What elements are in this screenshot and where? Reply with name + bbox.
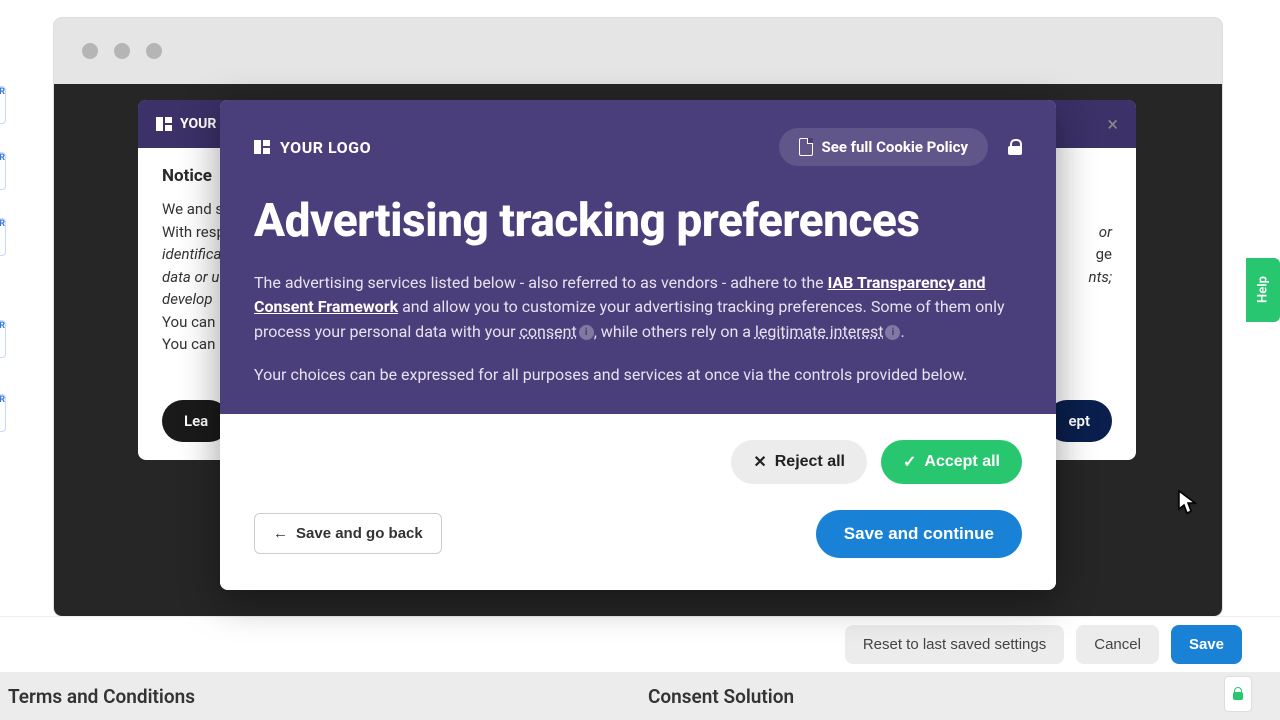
- side-tab[interactable]: R: [0, 394, 6, 432]
- legitimate-interest-term[interactable]: legitimate interest: [755, 322, 884, 341]
- check-icon: ✓: [903, 452, 916, 472]
- window-titlebar: [54, 18, 1222, 84]
- side-tab[interactable]: R: [0, 320, 6, 358]
- policy-link-label: See full Cookie Policy: [821, 138, 968, 156]
- side-tab[interactable]: R: [0, 86, 6, 124]
- editor-toolbar: Reset to last saved settings Cancel Save: [0, 616, 1280, 672]
- arrow-left-icon: ←: [273, 525, 288, 542]
- footer-terms[interactable]: Terms and Conditions: [0, 685, 640, 708]
- back-label: Save and go back: [296, 525, 423, 542]
- modal-logo-text: YOUR LOGO: [280, 138, 371, 157]
- logo-icon: [254, 140, 270, 154]
- modal-logo: YOUR LOGO: [254, 138, 371, 157]
- consent-term[interactable]: consent: [520, 322, 577, 341]
- save-continue-button[interactable]: Save and continue: [816, 510, 1022, 558]
- modal-description: The advertising services listed below - …: [254, 271, 1022, 388]
- footer-consent[interactable]: Consent Solution: [640, 685, 1280, 708]
- modal-nav: ← Save and go back Save and continue: [254, 510, 1022, 558]
- cancel-button[interactable]: Cancel: [1076, 625, 1159, 664]
- accept-label: Accept all: [924, 453, 1000, 471]
- modal-topbar: YOUR LOGO See full Cookie Policy: [254, 128, 1022, 166]
- reject-label: Reject all: [775, 453, 845, 471]
- consent-buttons: ✕ Reject all ✓ Accept all: [254, 440, 1022, 484]
- close-icon[interactable]: ×: [1107, 112, 1118, 136]
- side-tab[interactable]: R: [0, 152, 6, 190]
- cookie-policy-link[interactable]: See full Cookie Policy: [779, 128, 988, 166]
- help-tab[interactable]: Help: [1246, 258, 1280, 322]
- tracking-preferences-modal: YOUR LOGO See full Cookie Policy Adverti…: [220, 100, 1056, 590]
- privacy-badge[interactable]: [1224, 676, 1252, 712]
- lock-icon: [1233, 687, 1243, 701]
- accept-all-button[interactable]: ✓ Accept all: [881, 440, 1022, 484]
- modal-body: ✕ Reject all ✓ Accept all ← Save and go …: [220, 414, 1056, 590]
- document-icon: [799, 138, 813, 156]
- x-icon: ✕: [753, 452, 766, 472]
- save-go-back-button[interactable]: ← Save and go back: [254, 513, 442, 554]
- side-tab[interactable]: R: [0, 218, 6, 256]
- info-icon[interactable]: i: [885, 325, 900, 340]
- reset-button[interactable]: Reset to last saved settings: [845, 625, 1064, 664]
- page-footer: Terms and Conditions Consent Solution: [0, 672, 1280, 720]
- logo-icon: [156, 117, 172, 131]
- lock-icon[interactable]: [1008, 139, 1022, 155]
- save-button[interactable]: Save: [1171, 625, 1242, 664]
- info-icon[interactable]: i: [579, 325, 594, 340]
- reject-all-button[interactable]: ✕ Reject all: [731, 440, 867, 484]
- window-dot: [82, 43, 98, 59]
- window-dot: [114, 43, 130, 59]
- window-dot: [146, 43, 162, 59]
- modal-header: YOUR LOGO See full Cookie Policy Adverti…: [220, 100, 1056, 414]
- accept-button-background[interactable]: ept: [1046, 400, 1112, 442]
- modal-header-right: See full Cookie Policy: [779, 128, 1022, 166]
- modal-title: Advertising tracking preferences: [254, 196, 1022, 247]
